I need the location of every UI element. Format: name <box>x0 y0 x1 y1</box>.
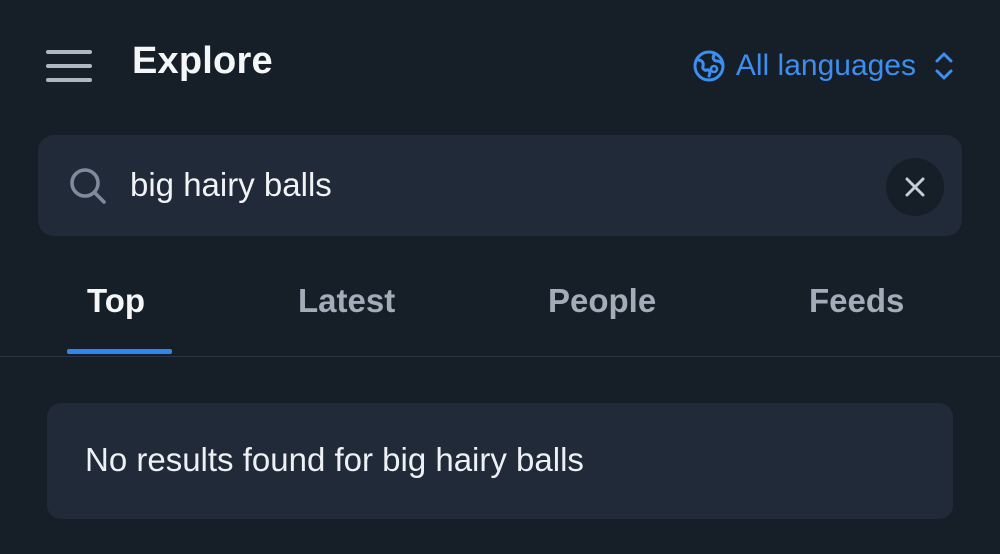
clear-search-button[interactable] <box>886 158 944 216</box>
header: Explore All languages <box>0 0 1000 130</box>
tab-latest[interactable]: Latest <box>298 282 395 320</box>
hamburger-menu-icon <box>46 50 92 54</box>
close-icon <box>905 177 925 197</box>
search-input[interactable] <box>130 160 870 210</box>
globe-icon <box>693 50 725 82</box>
tab-bar: Top Latest People Feeds <box>0 262 1000 357</box>
tab-people[interactable]: People <box>548 282 656 320</box>
search-icon <box>70 168 106 204</box>
active-tab-indicator <box>67 349 172 354</box>
tab-top[interactable]: Top <box>87 282 145 320</box>
hamburger-menu-icon-bar <box>46 78 92 82</box>
language-selector-label: All languages <box>735 49 916 82</box>
empty-results-message: No results found for big hairy balls <box>85 441 584 478</box>
menu-button[interactable] <box>44 46 94 86</box>
tab-feeds[interactable]: Feeds <box>809 282 904 320</box>
hamburger-menu-icon-bar <box>46 64 92 68</box>
page-title: Explore <box>132 40 273 82</box>
language-selector[interactable]: All languages <box>692 44 956 88</box>
chevron-up-down-icon <box>935 52 953 80</box>
